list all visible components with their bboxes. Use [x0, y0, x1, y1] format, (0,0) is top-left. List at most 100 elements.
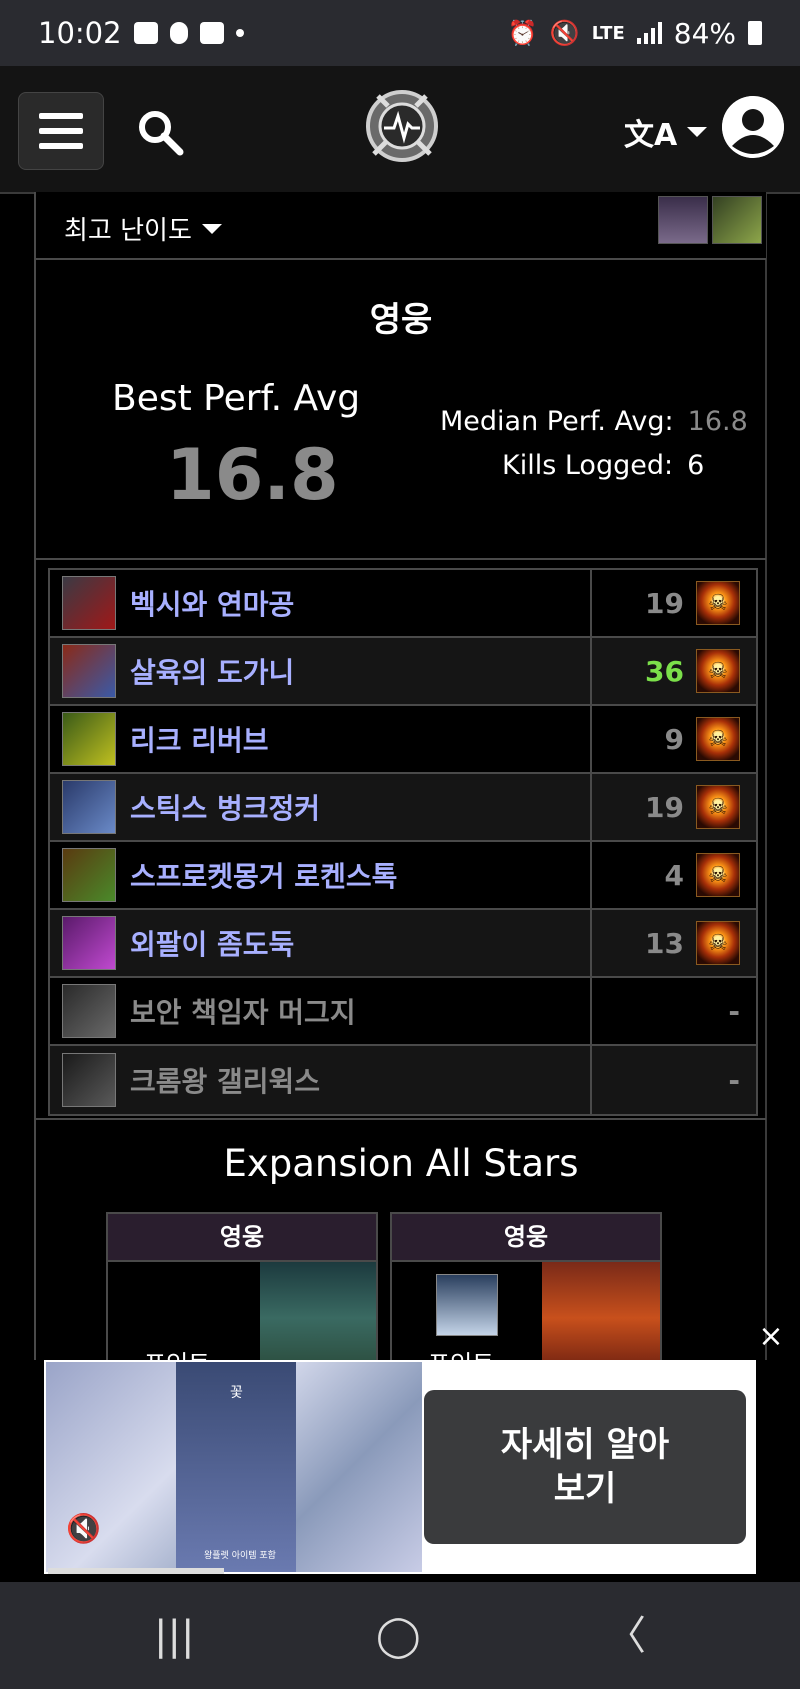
ad-caption-top: 꽃: [230, 1385, 243, 1401]
boss-score[interactable]: 13: [645, 927, 684, 960]
kills-logged-label: Kills Logged:: [502, 450, 674, 481]
boss-portrait-icon: [62, 848, 116, 902]
recents-button[interactable]: |||: [154, 1612, 194, 1660]
boss-row[interactable]: 크롬왕 갤리윅스 -: [50, 1046, 756, 1114]
median-perf: Median Perf. Avg: 16.8: [440, 406, 748, 437]
boss-row[interactable]: 보안 책임자 머그지 -: [50, 978, 756, 1046]
all-stars-card[interactable]: 영웅 포인트: [390, 1212, 662, 1360]
boss-score[interactable]: 36: [645, 655, 684, 688]
median-perf-value: 16.8: [687, 406, 748, 437]
boss-row[interactable]: 살육의 도가니 36 ☠: [50, 638, 756, 706]
language-selector[interactable]: 文A: [624, 110, 708, 154]
boss-row[interactable]: 스틱스 벙크정커 19 ☠: [50, 774, 756, 842]
boss-score-cell: -: [592, 978, 756, 1044]
boss-row[interactable]: 스프로켓몽거 로켄스톡 4 ☠: [50, 842, 756, 910]
boss-row[interactable]: 벡시와 연마공 19 ☠: [50, 570, 756, 638]
boss-portrait-icon: [62, 984, 116, 1038]
boss-name-cell: 크롬왕 갤리윅스: [50, 1046, 592, 1114]
boss-name-cell: 외팔이 좀도둑: [50, 910, 592, 976]
all-stars-card[interactable]: 영웅 포인트: [106, 1212, 378, 1360]
card-difficulty: 영웅: [108, 1214, 376, 1262]
boss-name-cell: 스프로켓몽거 로켄스톡: [50, 842, 592, 908]
boss-score-cell: 19 ☠: [592, 774, 756, 840]
boss-name[interactable]: 크롬왕 갤리윅스: [130, 1060, 320, 1100]
card-difficulty: 영웅: [392, 1214, 660, 1262]
boss-score[interactable]: -: [728, 1064, 740, 1097]
alarm-icon: ⏰: [507, 19, 538, 47]
ad-banner[interactable]: 꽃 🔇 왕플렛 아이템 포함 자세히 알아 보기: [44, 1360, 756, 1574]
difficulty-title: 영웅: [369, 300, 433, 340]
boss-score-cell: 36 ☠: [592, 638, 756, 704]
boss-score[interactable]: -: [728, 995, 740, 1028]
key-icon[interactable]: [712, 196, 762, 244]
youtube-icon: [133, 22, 158, 44]
search-icon[interactable]: [136, 108, 184, 156]
boss-name-cell: 스틱스 벙크정커: [50, 774, 592, 840]
news-icon: [199, 22, 224, 44]
boss-portrait-icon: [62, 916, 116, 970]
boss-score-cell: 9 ☠: [592, 706, 756, 772]
battery-icon: [748, 21, 762, 45]
skull-icon: ☠: [696, 853, 740, 897]
boss-portrait-icon: [62, 780, 116, 834]
all-stars-section: Expansion All Stars 영웅 포인트 영웅 포인트: [34, 1118, 766, 1360]
boss-name[interactable]: 리크 리버브: [130, 719, 269, 759]
boss-portrait-icon: [62, 712, 116, 766]
boss-score-cell: 13 ☠: [592, 910, 756, 976]
chevron-down-icon: [201, 223, 222, 234]
all-stars-title: Expansion All Stars: [223, 1142, 579, 1185]
character-rankings-panel: 최고 난이도 영웅 Best Perf. Avg 16.8 Median Per…: [34, 192, 766, 1360]
mute-icon[interactable]: 🔇: [66, 1512, 106, 1552]
chevron-down-icon: [687, 127, 708, 137]
ad-cta-line1: 자세히 알아: [500, 1425, 670, 1465]
zone-image: [260, 1262, 376, 1360]
boss-score[interactable]: 19: [645, 587, 684, 620]
skull-icon: ☠: [696, 921, 740, 965]
signal-icon: [636, 22, 662, 44]
back-button[interactable]: 〈: [606, 1612, 646, 1660]
menu-button[interactable]: [18, 92, 104, 170]
best-perf-value: 16.8: [166, 434, 339, 516]
boss-score-cell: 19 ☠: [592, 570, 756, 636]
view-toggle-icons: [658, 196, 762, 244]
home-button[interactable]: ◯: [376, 1612, 421, 1660]
battery-percent: 84%: [673, 16, 736, 50]
boss-name[interactable]: 살육의 도가니: [130, 651, 294, 691]
boss-portrait-icon: [62, 644, 116, 698]
zone-image: [542, 1262, 660, 1360]
difficulty-dropdown-label: 최고 난이도: [64, 216, 192, 246]
boss-row[interactable]: 리크 리버브 9 ☠: [50, 706, 756, 774]
ad-image[interactable]: 꽃 🔇 왕플렛 아이템 포함: [46, 1362, 422, 1574]
boss-score[interactable]: 19: [645, 791, 684, 824]
kills-logged-value: 6: [687, 450, 705, 481]
mute-icon: 🔇: [549, 19, 580, 47]
ad-learn-more-button[interactable]: 자세히 알아 보기: [424, 1390, 746, 1544]
boss-name-cell: 보안 책임자 머그지: [50, 978, 592, 1044]
boss-name-cell: 리크 리버브: [50, 706, 592, 772]
clock: 10:02: [38, 16, 122, 50]
boss-portrait-icon: [62, 1053, 116, 1107]
skull-icon: ☠: [696, 649, 740, 693]
raid-icon[interactable]: [658, 196, 708, 244]
best-perf-label: Best Perf. Avg: [112, 378, 361, 419]
boss-name[interactable]: 스틱스 벙크정커: [130, 787, 320, 827]
boss-name[interactable]: 보안 책임자 머그지: [130, 991, 356, 1031]
boss-name[interactable]: 외팔이 좀도둑: [130, 923, 294, 963]
account-icon[interactable]: [722, 96, 784, 158]
card-label: 포인트: [144, 1344, 210, 1360]
boss-name[interactable]: 스프로켓몽거 로켄스톡: [130, 855, 397, 895]
boss-table: 벡시와 연마공 19 ☠ 살육의 도가니 36 ☠ 리크 리버브 9 ☠ 스틱스 벙크정커 19 ☠ 스…: [48, 568, 758, 1116]
spec-icon: [436, 1274, 498, 1336]
median-perf-label: Median Perf. Avg:: [440, 406, 674, 437]
network-type: LTE: [591, 22, 625, 44]
boss-score[interactable]: 9: [665, 723, 684, 756]
difficulty-bar: 최고 난이도: [34, 192, 766, 260]
boss-row[interactable]: 외팔이 좀도둑 13 ☠: [50, 910, 756, 978]
difficulty-dropdown[interactable]: 최고 난이도: [64, 210, 222, 247]
boss-score[interactable]: 4: [665, 859, 684, 892]
boss-score-cell: 4 ☠: [592, 842, 756, 908]
boss-name[interactable]: 벡시와 연마공: [130, 583, 294, 623]
ad-close-icon[interactable]: ×: [756, 1322, 786, 1352]
warcraftlogs-logo-icon[interactable]: [364, 88, 440, 164]
ad-cta-line2: 보기: [553, 1469, 617, 1509]
